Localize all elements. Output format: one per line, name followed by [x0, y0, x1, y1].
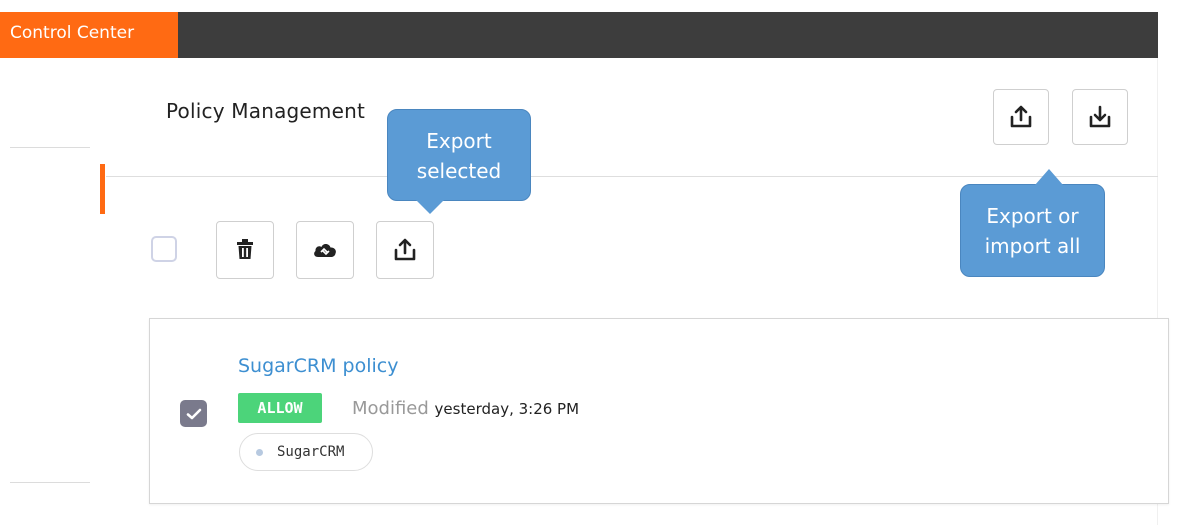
sidebar-active-indicator: [100, 164, 105, 214]
sidebar: [0, 58, 106, 525]
checkmark-icon: [186, 408, 201, 419]
top-bar: Control Center: [0, 12, 1158, 58]
download-icon: [1089, 105, 1111, 128]
tooltip-arrow: [416, 200, 444, 214]
tooltip-line: selected: [416, 159, 502, 183]
select-all-checkbox[interactable]: [151, 236, 177, 262]
tooltip-line: Export or: [986, 204, 1079, 228]
trash-icon: [237, 239, 253, 259]
export-selected-tooltip: Export selected: [387, 109, 531, 214]
page-title: Policy Management: [166, 99, 366, 123]
sidebar-divider: [10, 482, 90, 483]
policy-name-link[interactable]: SugarCRM policy: [238, 355, 398, 377]
policy-checkbox[interactable]: [180, 400, 207, 427]
upload-icon: [1010, 105, 1032, 128]
action-badge: ALLOW: [238, 393, 322, 423]
tag-dot-icon: [256, 448, 263, 456]
app-tag[interactable]: SugarCRM: [239, 433, 373, 471]
modified-info: Modified yesterday, 3:26 PM: [352, 398, 579, 419]
header-divider: [106, 176, 1158, 177]
deploy-button[interactable]: [296, 221, 354, 279]
sidebar-divider: [10, 147, 90, 148]
tooltip-line: import all: [984, 234, 1081, 258]
app-tag-label: SugarCRM: [277, 444, 345, 460]
modified-time: yesterday, 3:26 PM: [434, 400, 580, 418]
cloud-sync-icon: [314, 244, 336, 257]
export-import-all-tooltip: Export or import all: [960, 169, 1105, 277]
export-all-button[interactable]: [993, 89, 1049, 145]
upload-icon: [394, 238, 416, 261]
delete-button[interactable]: [216, 221, 274, 279]
policy-card[interactable]: SugarCRM policy ALLOW Modified yesterday…: [149, 318, 1169, 504]
tooltip-line: Export: [426, 129, 492, 153]
tooltip-arrow: [1035, 169, 1063, 185]
app-title[interactable]: Control Center: [0, 12, 178, 58]
export-selected-button[interactable]: [376, 221, 434, 279]
modified-label: Modified: [352, 398, 429, 419]
import-all-button[interactable]: [1072, 89, 1128, 145]
